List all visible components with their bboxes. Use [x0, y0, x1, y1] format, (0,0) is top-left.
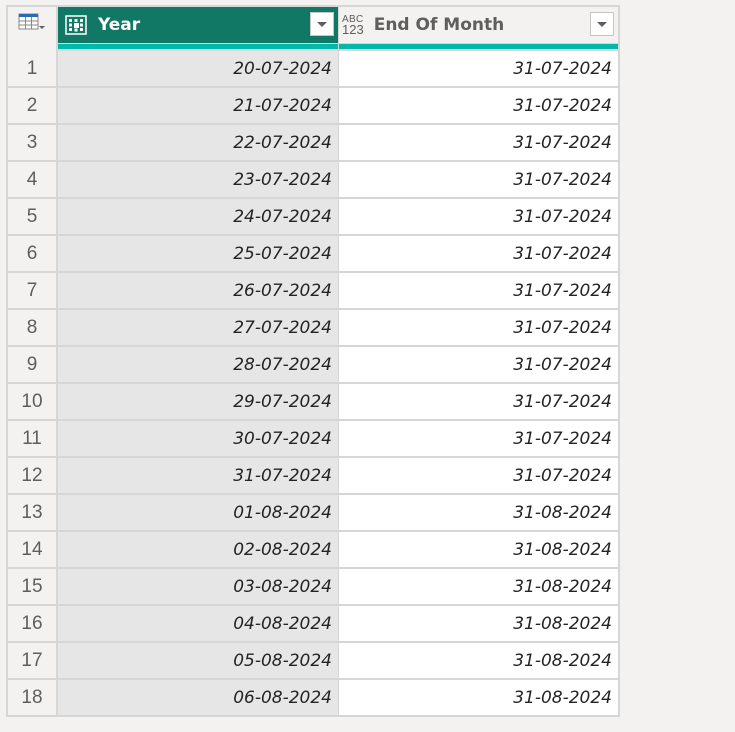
cell-year[interactable]: 25-07-2024 [58, 236, 339, 271]
cell-end-of-month[interactable]: 31-07-2024 [339, 384, 618, 419]
table-row: 7 26-07-2024 31-07-2024 [8, 273, 618, 308]
type-icon-text-bottom: 123 [342, 21, 364, 37]
column-header-year[interactable]: Year [58, 7, 339, 43]
quality-bar-year [58, 43, 339, 51]
quality-bar-spacer [8, 43, 58, 51]
table-row: 2 21-07-2024 31-07-2024 [8, 88, 618, 123]
cell-year[interactable]: 31-07-2024 [58, 458, 339, 493]
cell-year[interactable]: 27-07-2024 [58, 310, 339, 345]
row-number[interactable]: 15 [8, 569, 58, 604]
cell-year[interactable]: 20-07-2024 [58, 51, 339, 86]
data-preview-grid: Year ABC 123 End Of Month 1 20-07-2024 3… [6, 5, 620, 717]
cell-year[interactable]: 06-08-2024 [58, 680, 339, 715]
column-quality-bar-row [8, 43, 618, 51]
table-row: 9 28-07-2024 31-07-2024 [8, 347, 618, 382]
table-row: 18 06-08-2024 31-08-2024 [8, 680, 618, 715]
table-body: 1 20-07-2024 31-07-2024 2 21-07-2024 31-… [8, 51, 618, 715]
quality-bar-fill-end-of-month [339, 44, 618, 49]
cell-end-of-month[interactable]: 31-07-2024 [339, 125, 618, 160]
cell-end-of-month[interactable]: 31-07-2024 [339, 458, 618, 493]
table-row: 13 01-08-2024 31-08-2024 [8, 495, 618, 530]
table-row: 4 23-07-2024 31-07-2024 [8, 162, 618, 197]
cell-year[interactable]: 30-07-2024 [58, 421, 339, 456]
row-number[interactable]: 10 [8, 384, 58, 419]
table-row: 1 20-07-2024 31-07-2024 [8, 51, 618, 86]
cell-year[interactable]: 22-07-2024 [58, 125, 339, 160]
table-row: 6 25-07-2024 31-07-2024 [8, 236, 618, 271]
cell-end-of-month[interactable]: 31-08-2024 [339, 643, 618, 678]
table-menu-button[interactable] [8, 7, 58, 43]
abc-123-any-type-icon[interactable]: ABC 123 [342, 14, 364, 37]
table-row: 5 24-07-2024 31-07-2024 [8, 199, 618, 234]
cell-year[interactable]: 26-07-2024 [58, 273, 339, 308]
cell-end-of-month[interactable]: 31-07-2024 [339, 347, 618, 382]
table-row: 11 30-07-2024 31-07-2024 [8, 421, 618, 456]
cell-year[interactable]: 02-08-2024 [58, 532, 339, 567]
table-row: 14 02-08-2024 31-08-2024 [8, 532, 618, 567]
cell-year[interactable]: 05-08-2024 [58, 643, 339, 678]
quality-bar-end-of-month [339, 43, 618, 51]
row-number[interactable]: 1 [8, 51, 58, 86]
cell-year[interactable]: 04-08-2024 [58, 606, 339, 641]
row-number[interactable]: 4 [8, 162, 58, 197]
row-number[interactable]: 17 [8, 643, 58, 678]
table-row: 16 04-08-2024 31-08-2024 [8, 606, 618, 641]
row-number[interactable]: 5 [8, 199, 58, 234]
table-row: 10 29-07-2024 31-07-2024 [8, 384, 618, 419]
date-type-icon[interactable] [64, 14, 88, 36]
table-row: 15 03-08-2024 31-08-2024 [8, 569, 618, 604]
cell-year[interactable]: 21-07-2024 [58, 88, 339, 123]
cell-end-of-month[interactable]: 31-07-2024 [339, 199, 618, 234]
table-row: 12 31-07-2024 31-07-2024 [8, 458, 618, 493]
cell-end-of-month[interactable]: 31-07-2024 [339, 162, 618, 197]
cell-year[interactable]: 29-07-2024 [58, 384, 339, 419]
table-row: 8 27-07-2024 31-07-2024 [8, 310, 618, 345]
row-number[interactable]: 8 [8, 310, 58, 345]
row-number[interactable]: 12 [8, 458, 58, 493]
column-filter-dropdown-year[interactable] [310, 12, 334, 36]
cell-end-of-month[interactable]: 31-07-2024 [339, 310, 618, 345]
column-title-end-of-month: End Of Month [373, 15, 505, 35]
cell-year[interactable]: 24-07-2024 [58, 199, 339, 234]
row-number[interactable]: 11 [8, 421, 58, 456]
row-number[interactable]: 14 [8, 532, 58, 567]
column-header-end-of-month[interactable]: ABC 123 End Of Month [339, 7, 618, 43]
row-number[interactable]: 2 [8, 88, 58, 123]
cell-year[interactable]: 03-08-2024 [58, 569, 339, 604]
cell-end-of-month[interactable]: 31-08-2024 [339, 680, 618, 715]
row-number[interactable]: 6 [8, 236, 58, 271]
cell-end-of-month[interactable]: 31-07-2024 [339, 236, 618, 271]
row-number[interactable]: 13 [8, 495, 58, 530]
cell-end-of-month[interactable]: 31-07-2024 [339, 273, 618, 308]
table-row: 3 22-07-2024 31-07-2024 [8, 125, 618, 160]
cell-end-of-month[interactable]: 31-07-2024 [339, 88, 618, 123]
row-number[interactable]: 3 [8, 125, 58, 160]
column-filter-dropdown-end-of-month[interactable] [590, 12, 614, 36]
column-title-year: Year [98, 15, 141, 35]
row-number[interactable]: 16 [8, 606, 58, 641]
cell-end-of-month[interactable]: 31-08-2024 [339, 569, 618, 604]
chevron-down-icon [317, 21, 327, 27]
cell-end-of-month[interactable]: 31-07-2024 [339, 51, 618, 86]
table-row: 17 05-08-2024 31-08-2024 [8, 643, 618, 678]
header-row: Year ABC 123 End Of Month [8, 7, 618, 43]
chevron-down-icon [597, 21, 607, 27]
table-icon [18, 13, 46, 37]
quality-bar-fill-year [58, 44, 338, 49]
row-number[interactable]: 7 [8, 273, 58, 308]
cell-end-of-month[interactable]: 31-08-2024 [339, 495, 618, 530]
cell-end-of-month[interactable]: 31-07-2024 [339, 421, 618, 456]
cell-end-of-month[interactable]: 31-08-2024 [339, 532, 618, 567]
cell-year[interactable]: 23-07-2024 [58, 162, 339, 197]
row-number[interactable]: 9 [8, 347, 58, 382]
cell-year[interactable]: 01-08-2024 [58, 495, 339, 530]
row-number[interactable]: 18 [8, 680, 58, 715]
cell-end-of-month[interactable]: 31-08-2024 [339, 606, 618, 641]
cell-year[interactable]: 28-07-2024 [58, 347, 339, 382]
